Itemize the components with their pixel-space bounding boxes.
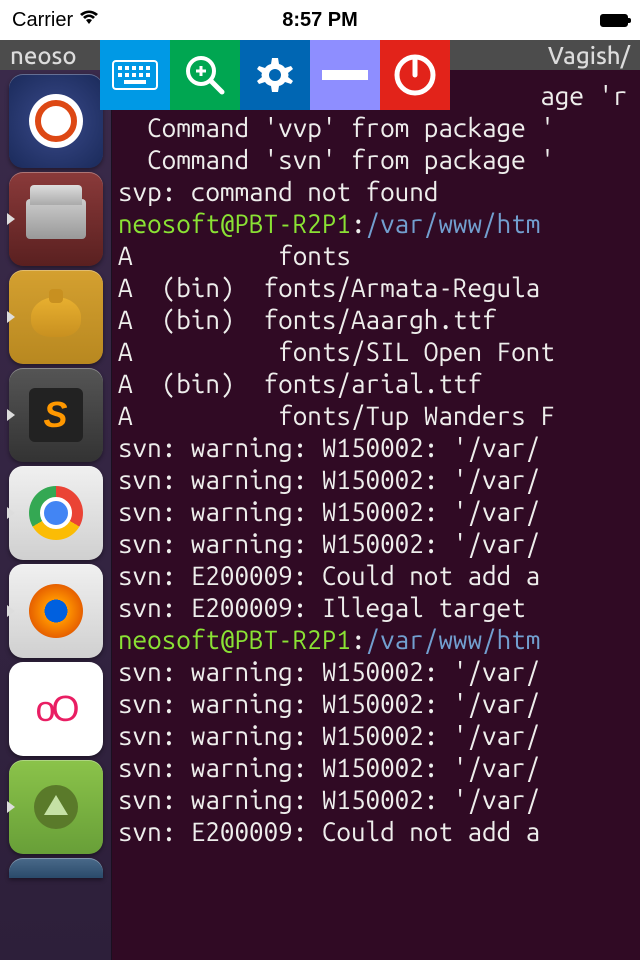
minimize-icon (322, 70, 368, 80)
title-bar-right-text: Vagish/ (548, 42, 630, 69)
running-indicator-icon (7, 507, 15, 519)
terminal-output[interactable]: age 'r Command 'vvp' from package ' Comm… (112, 70, 640, 960)
running-indicator-icon (7, 311, 15, 323)
running-indicator-icon (7, 801, 15, 813)
carrier-label: Carrier (12, 9, 73, 32)
launcher-item-android-studio[interactable] (9, 760, 103, 854)
remote-control-toolbar (100, 40, 450, 110)
running-indicator-icon (7, 605, 15, 617)
launcher-item-lamp[interactable] (9, 270, 103, 364)
power-icon (393, 53, 437, 97)
title-bar-left-text: neoso (10, 42, 77, 69)
launcher-item-firefox[interactable] (9, 564, 103, 658)
launcher-item-oo[interactable]: oO (9, 662, 103, 756)
magnifier-icon (184, 54, 226, 96)
minimize-button[interactable] (310, 40, 380, 110)
settings-button[interactable] (240, 40, 310, 110)
ios-status-bar: Carrier 8:57 PM (0, 0, 640, 40)
running-indicator-icon (7, 213, 15, 225)
keyboard-icon (112, 60, 158, 90)
keyboard-button[interactable] (100, 40, 170, 110)
launcher-item-dash[interactable] (9, 74, 103, 168)
launcher-item-files[interactable] (9, 172, 103, 266)
launcher-item-partial[interactable] (9, 858, 103, 878)
launcher-item-chrome[interactable] (9, 466, 103, 560)
running-indicator-icon (7, 409, 15, 421)
battery-icon (600, 14, 628, 27)
wifi-icon (79, 10, 99, 31)
power-button[interactable] (380, 40, 450, 110)
gear-icon (254, 54, 296, 96)
zoom-button[interactable] (170, 40, 240, 110)
ubuntu-launcher: S oO (0, 70, 112, 960)
clock-label: 8:57 PM (282, 9, 358, 32)
remote-desktop-view: neoso Vagish/ S oO (0, 40, 640, 960)
launcher-item-sublime[interactable]: S (9, 368, 103, 462)
